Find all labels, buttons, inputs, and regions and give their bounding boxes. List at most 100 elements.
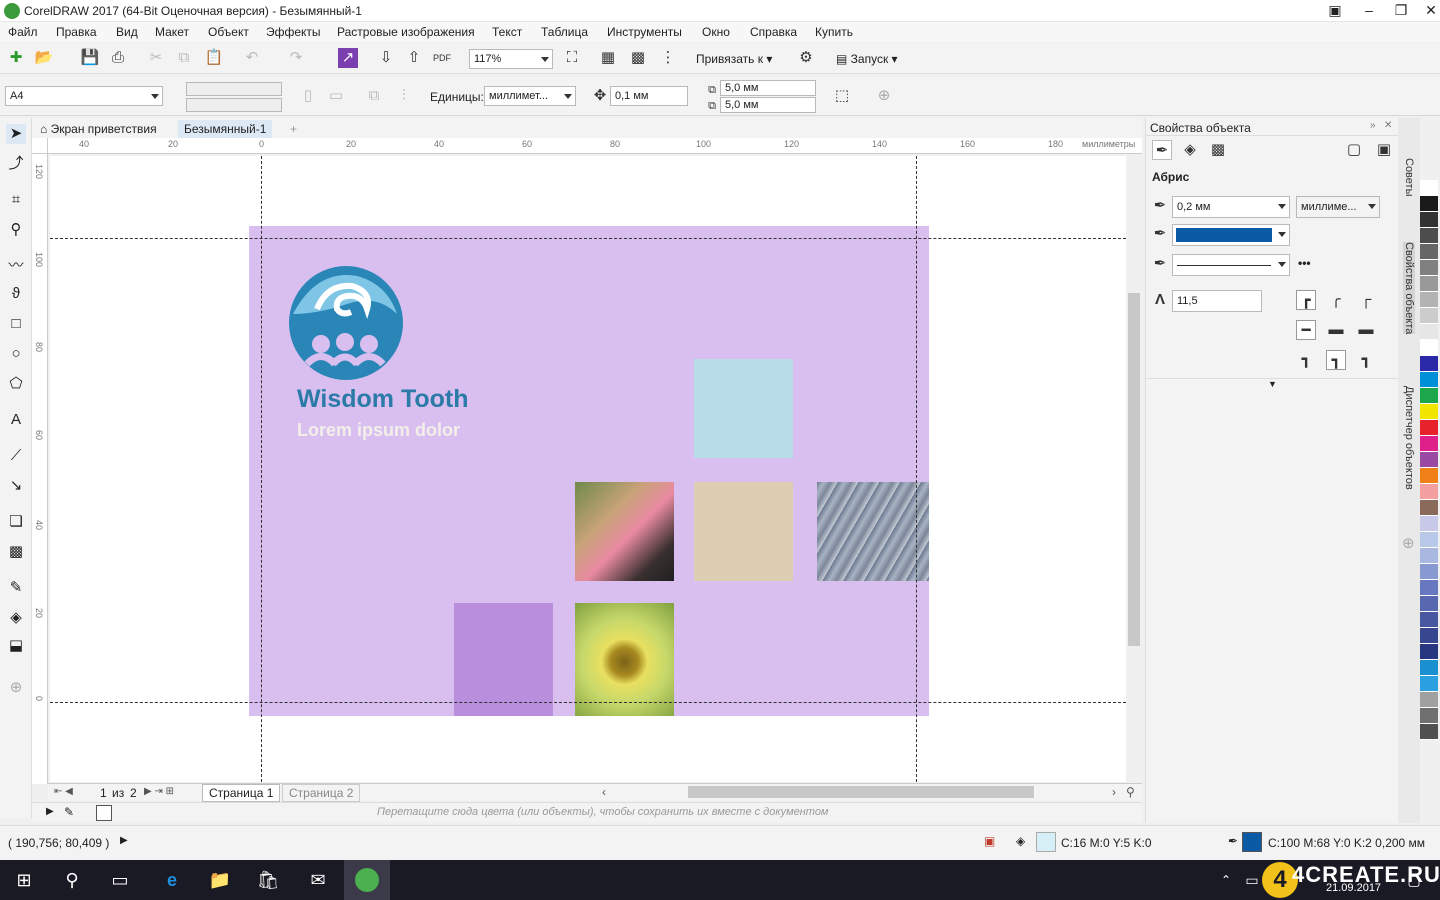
current-page-icon[interactable]: ⫶ [394,86,414,106]
menu-view[interactable]: Вид [116,25,138,39]
snap-to-dropdown[interactable]: Привязать к ▾ [696,52,772,66]
ruler-origin[interactable] [32,138,48,154]
all-pages-icon[interactable]: ⧉ [364,86,384,106]
palette-swatch[interactable] [1420,436,1438,452]
palette-swatch[interactable] [1420,180,1438,196]
add-docker-icon[interactable]: ⊕ [1402,534,1415,552]
frame-icon[interactable]: ▢ [1344,140,1364,160]
interactive-fill-icon[interactable]: ◈ [6,608,26,628]
nudge-field[interactable]: 0,1 мм [610,86,688,106]
palette-swatch[interactable] [1420,324,1438,340]
launch-dropdown[interactable]: ▤ Запуск ▾ [836,52,898,66]
start-icon[interactable]: ⊞ [12,868,36,892]
fill-icon[interactable]: ◈ [1016,834,1025,848]
palette-swatch[interactable] [1420,196,1438,212]
frame-settings-icon[interactable]: ▣ [1374,140,1394,160]
outline-units-combo[interactable]: миллиме... [1296,196,1380,218]
treat-as-filled-icon[interactable]: ⬚ [832,86,852,106]
palette-swatch[interactable] [1420,292,1438,308]
palette-swatch[interactable] [1420,452,1438,468]
menu-edit[interactable]: Правка [56,25,97,39]
position-center-icon[interactable]: ┓ [1326,350,1346,370]
menu-buy[interactable]: Купить [815,25,853,39]
cap-butt-icon[interactable]: ━ [1296,320,1316,340]
eyedropper-icon[interactable]: ✎ [6,578,26,598]
add-tool-icon[interactable]: ⊕ [6,678,26,698]
menu-help[interactable]: Справка [750,25,797,39]
cap-square-icon[interactable]: ▬ [1356,320,1376,340]
palette-swatch[interactable] [1420,228,1438,244]
drop-shadow-icon[interactable]: ❏ [6,512,26,532]
fill-tab-icon[interactable]: ◈ [1180,140,1200,160]
first-page-button[interactable]: ⇤ ◀ [54,786,73,797]
menu-object[interactable]: Объект [208,25,249,39]
network-icon[interactable]: ▭ [1240,868,1264,892]
color-proof-icon[interactable]: ▣ [984,834,995,848]
options-gear-icon[interactable]: ⚙ [796,48,816,68]
portrait-icon[interactable]: ▯ [298,86,318,106]
no-color-swatch[interactable] [96,805,112,821]
palette-swatch[interactable] [1420,468,1438,484]
zoom-tool-icon[interactable]: ⚲ [6,220,26,240]
line-style-settings-icon[interactable]: ••• [1298,256,1311,270]
guidelines-icon[interactable]: ⋮ [658,48,678,68]
menu-effects[interactable]: Эффекты [266,25,321,39]
corner-miter-icon[interactable]: ┏ [1296,290,1316,310]
side-tab-tips[interactable]: Советы [1403,158,1415,196]
palette-swatch[interactable] [1420,276,1438,292]
full-screen-icon[interactable]: ⛶ [562,48,582,68]
docpal-arrow-icon[interactable]: ▶ [46,806,54,817]
palette-swatch[interactable] [1420,532,1438,548]
palette-swatch[interactable] [1420,708,1438,724]
store-icon[interactable]: 🛍 [256,868,280,892]
palette-swatch[interactable] [1420,548,1438,564]
print-icon[interactable]: ⎙ [108,48,128,68]
palette-swatch[interactable] [1420,564,1438,580]
side-tab-object-properties[interactable]: Свойства объекта [1403,242,1415,335]
menu-text[interactable]: Текст [492,25,522,39]
undo-icon[interactable]: ↶ [242,48,262,68]
new-tab-button[interactable]: + [284,120,303,138]
expand-more-icon[interactable]: ▼ [1146,378,1399,392]
horizontal-scroll-thumb[interactable] [688,786,1034,798]
smart-fill-icon[interactable]: ⬓ [6,636,26,656]
violet-square[interactable] [454,603,553,716]
outline-tab-icon[interactable]: ✒ [1152,140,1172,160]
ellipse-tool-icon[interactable]: ○ [6,344,26,364]
grid-icon[interactable]: ▩ [628,48,648,68]
zoom-combo[interactable]: 117% [469,49,553,69]
outline-color-picker[interactable] [1172,224,1290,246]
redo-icon[interactable]: ↷ [286,48,306,68]
menu-file[interactable]: Файл [8,25,38,39]
landscape-icon[interactable]: ▭ [326,86,346,106]
palette-swatch[interactable] [1420,500,1438,516]
line-style-combo[interactable] [1172,254,1290,276]
palette-swatch[interactable] [1420,420,1438,436]
freehand-tool-icon[interactable]: 〰 [6,256,26,276]
close-button[interactable]: ✕ [1414,0,1440,22]
palette-swatch[interactable] [1420,388,1438,404]
menu-layout[interactable]: Макет [155,25,189,39]
add-icon[interactable]: ⊕ [874,86,894,106]
scroll-right-icon[interactable]: › [1112,785,1116,799]
maximize-button[interactable]: ❐ [1384,0,1418,22]
palette-swatch[interactable] [1420,724,1438,740]
menu-bitmaps[interactable]: Растровые изображения [337,25,475,39]
outline-pen-icon[interactable]: ✒ [1228,834,1238,848]
crop-tool-icon[interactable]: ⌗ [6,190,26,210]
menu-tools[interactable]: Инструменты [607,25,682,39]
zoom-fit-icon[interactable]: ⚲ [1126,785,1135,799]
minimize-button[interactable]: – [1352,0,1386,22]
palette-swatch[interactable] [1420,628,1438,644]
guideline-bottom[interactable] [50,702,1126,703]
palette-swatch[interactable] [1420,580,1438,596]
palette-swatch[interactable] [1420,260,1438,276]
notifications-icon[interactable]: ▢ [1402,868,1426,892]
palette-swatch[interactable] [1420,484,1438,500]
palette-swatch[interactable] [1420,356,1438,372]
palette-swatch[interactable] [1420,212,1438,228]
paste-icon[interactable]: 📋 [204,48,224,68]
menu-table[interactable]: Таблица [541,25,588,39]
tab-untitled[interactable]: Безымянный-1 [178,120,273,138]
company-name[interactable]: Wisdom Tooth [297,385,469,414]
